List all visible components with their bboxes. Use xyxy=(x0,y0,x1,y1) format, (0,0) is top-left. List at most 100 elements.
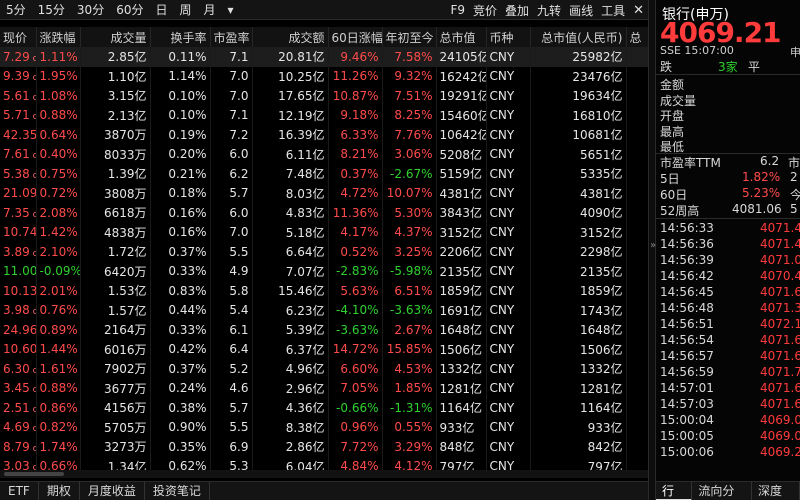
w52-row: 52周高 4081.06 5 xyxy=(660,202,800,219)
cell-chg: 0.88% xyxy=(36,378,81,398)
panel-tab-0[interactable]: 行情 xyxy=(656,481,693,500)
cell-blank xyxy=(626,105,648,125)
table-row[interactable]: 8.79 c 1.74% 3273万 0.35% 6.9 2.86亿 7.72% 3.29% 8… xyxy=(0,437,648,457)
period-tab-4[interactable]: 日 xyxy=(149,1,173,18)
cell-amt: 2.96亿 xyxy=(252,378,329,398)
tick-price: 4069.0 xyxy=(760,429,800,443)
table-row[interactable]: 7.29 c 1.11% 2.85亿 0.11% 7.1 20.81亿 9.46% 7.58%… xyxy=(0,47,648,67)
table-row[interactable]: 7.35 c 2.08% 6618万 0.16% 6.0 4.83亿 11.36% 5.30%… xyxy=(0,203,648,223)
table-row[interactable]: 21.09 c0.72%3808万0.18%5.78.03亿4.72%10.07… xyxy=(0,183,648,203)
table-row[interactable]: 11.00 c-0.09%6420万0.33%4.97.07亿-2.83%-5.… xyxy=(0,261,648,281)
bottom-tab-2[interactable]: 月度收益 xyxy=(80,481,145,500)
tick-row: 14:56:36 4071.4 xyxy=(656,236,800,252)
cell-chg: 1.42% xyxy=(36,222,81,242)
caret-down-icon[interactable]: ▾ xyxy=(222,3,240,17)
tick-price: 4071.3 xyxy=(760,301,800,315)
cell-pe: 7.0 xyxy=(210,86,253,106)
cell-vol: 4838万 xyxy=(80,222,151,242)
toolbar-button-4[interactable]: 画线 xyxy=(565,2,597,19)
table-row[interactable]: 42.35 c0.64%3870万0.19%7.216.39亿6.33%7.76… xyxy=(0,125,648,145)
table-row[interactable]: 9.39 c 1.95% 1.10亿 1.14% 7.0 10.25亿 11.26% 9.32… xyxy=(0,66,648,86)
cell-amt: 4.96亿 xyxy=(252,359,329,379)
column-header-3[interactable]: 换手率 xyxy=(150,27,211,47)
cell-blank xyxy=(626,144,648,164)
table-row[interactable]: 10.74 c1.42%4838万0.16%7.05.18亿4.17%4.37%… xyxy=(0,222,648,242)
cell-vol: 3808万 xyxy=(80,183,151,203)
column-header-5[interactable]: 成交额 xyxy=(252,27,329,47)
horizontal-scrollbar[interactable] xyxy=(0,470,648,478)
tick-time: 14:56:48 xyxy=(660,301,714,315)
table-row[interactable]: 10.13 c2.01%1.53亿0.83%5.815.46亿5.63%6.51… xyxy=(0,281,648,301)
cell-capcny: 2135亿 xyxy=(530,261,627,281)
period-tab-2[interactable]: 30分 xyxy=(71,1,110,18)
cell-capcny: 1281亿 xyxy=(530,378,627,398)
table-row[interactable]: 10.60 c1.44%6016万0.42%6.46.37亿14.72%15.8… xyxy=(0,339,648,359)
table-row[interactable]: 2.51 c 0.86% 4156万 0.38% 5.7 4.36亿 -0.66% -1.31… xyxy=(0,398,648,418)
cell-cap: 19291亿 xyxy=(436,86,487,106)
pe-suffix: 市 xyxy=(788,156,800,170)
column-header-1[interactable]: 涨跌幅 xyxy=(36,27,81,47)
panel-tab-2[interactable]: 深度分 xyxy=(752,481,800,500)
panel-tab-1[interactable]: 流向分析 xyxy=(692,481,752,500)
toolbar-button-5[interactable]: 工具 xyxy=(597,2,629,19)
column-header-11[interactable]: 总 xyxy=(626,27,648,47)
column-header-9[interactable]: 币种 xyxy=(486,27,531,47)
period-tab-3[interactable]: 60分 xyxy=(110,1,149,18)
toolbar-button-2[interactable]: 叠加 xyxy=(501,2,533,19)
toolbar-button-3[interactable]: 九转 xyxy=(533,2,565,19)
stat-label-3: 最高 xyxy=(660,124,685,139)
table-row[interactable]: 5.61 c 1.08% 3.15亿 0.10% 7.0 17.65亿 10.87% 7.51… xyxy=(0,86,648,106)
toolbar-button-1[interactable]: 竞价 xyxy=(469,2,501,19)
period-tab-1[interactable]: 15分 xyxy=(32,1,71,18)
cell-pe: 7.1 xyxy=(210,105,253,125)
column-header-4[interactable]: 市盈率 xyxy=(210,27,253,47)
cell-vol: 7902万 xyxy=(80,359,151,379)
cell-blank xyxy=(626,437,648,457)
cell-chg: 1.61% xyxy=(36,359,81,379)
tick-row: 14:56:59 4071.7 xyxy=(656,364,800,380)
cell-cap: 16242亿 xyxy=(436,66,487,86)
table-row[interactable]: 3.89 c 2.10% 1.72亿 0.37% 5.5 6.64亿 0.52% 3.25% 2… xyxy=(0,242,648,262)
cell-capcny: 2298亿 xyxy=(530,242,627,262)
toolbar-button-0[interactable]: F9 xyxy=(446,3,469,17)
cell-turn: 1.14% xyxy=(150,66,211,86)
cell-pe: 5.8 xyxy=(210,281,253,301)
bottom-tab-3[interactable]: 投资笔记 xyxy=(145,481,210,500)
table-row[interactable]: 5.71 c 0.88% 2.13亿 0.10% 7.1 12.19亿 9.18% 8.25%… xyxy=(0,105,648,125)
cell-d60: 14.72% xyxy=(328,339,383,359)
cell-turn: 0.90% xyxy=(150,417,211,437)
column-header-0[interactable]: 现价 xyxy=(0,27,37,47)
cell-cur: CNY xyxy=(486,242,531,262)
period-tab-6[interactable]: 月 xyxy=(198,1,222,18)
table-row[interactable]: 3.98 c 0.76% 1.57亿 0.44% 5.4 6.23亿 -4.10% -3.63… xyxy=(0,300,648,320)
column-header-6[interactable]: 60日涨幅 xyxy=(328,27,383,47)
cell-capcny: 933亿 xyxy=(530,417,627,437)
cell-capcny: 5651亿 xyxy=(530,144,627,164)
bottom-tab-1[interactable]: 期权 xyxy=(39,481,80,500)
panel-splitter[interactable]: » xyxy=(648,0,656,500)
column-header-2[interactable]: 成交量 xyxy=(80,27,151,47)
cell-vol: 3870万 xyxy=(80,125,151,145)
tick-time: 14:56:33 xyxy=(660,221,714,235)
period-tab-0[interactable]: 5分 xyxy=(0,1,32,18)
cell-amt: 4.36亿 xyxy=(252,398,329,418)
close-icon[interactable]: ✕ xyxy=(629,3,648,18)
column-header-8[interactable]: 总市值 xyxy=(436,27,487,47)
bottom-tab-0[interactable]: ETF xyxy=(0,481,39,500)
table-row[interactable]: 4.69 c 0.82% 5705万 0.90% 5.5 8.38亿 0.96% 0.55% 9… xyxy=(0,417,648,437)
cell-capcny: 1506亿 xyxy=(530,339,627,359)
table-row[interactable]: 3.45 c 0.88% 3677万 0.24% 4.6 2.96亿 7.05% 1.85% 1… xyxy=(0,378,648,398)
cell-turn: 0.44% xyxy=(150,300,211,320)
d60-suffix: 今 xyxy=(790,188,800,202)
w52-value: 4081.06 xyxy=(732,202,782,216)
cell-turn: 0.18% xyxy=(150,183,211,203)
table-row[interactable]: 5.38 c 0.75% 1.39亿 0.21% 6.2 7.48亿 0.37% -2.67%… xyxy=(0,164,648,184)
table-row[interactable]: 6.30 c 1.61% 7902万 0.37% 5.2 4.96亿 6.60% 4.53% 1… xyxy=(0,359,648,379)
scrollbar-thumb[interactable] xyxy=(4,472,64,476)
flat-label: 平 xyxy=(748,60,761,74)
table-row[interactable]: 24.96 c0.89%2164万0.33%6.15.39亿-3.63%2.67… xyxy=(0,320,648,340)
period-tab-5[interactable]: 周 xyxy=(174,1,198,18)
column-header-7[interactable]: 年初至今 xyxy=(382,27,437,47)
column-header-10[interactable]: 总市值(人民币) xyxy=(530,27,627,47)
table-row[interactable]: 7.61 c 0.40% 8033万 0.20% 6.0 6.11亿 8.21% 3.06% 5… xyxy=(0,144,648,164)
